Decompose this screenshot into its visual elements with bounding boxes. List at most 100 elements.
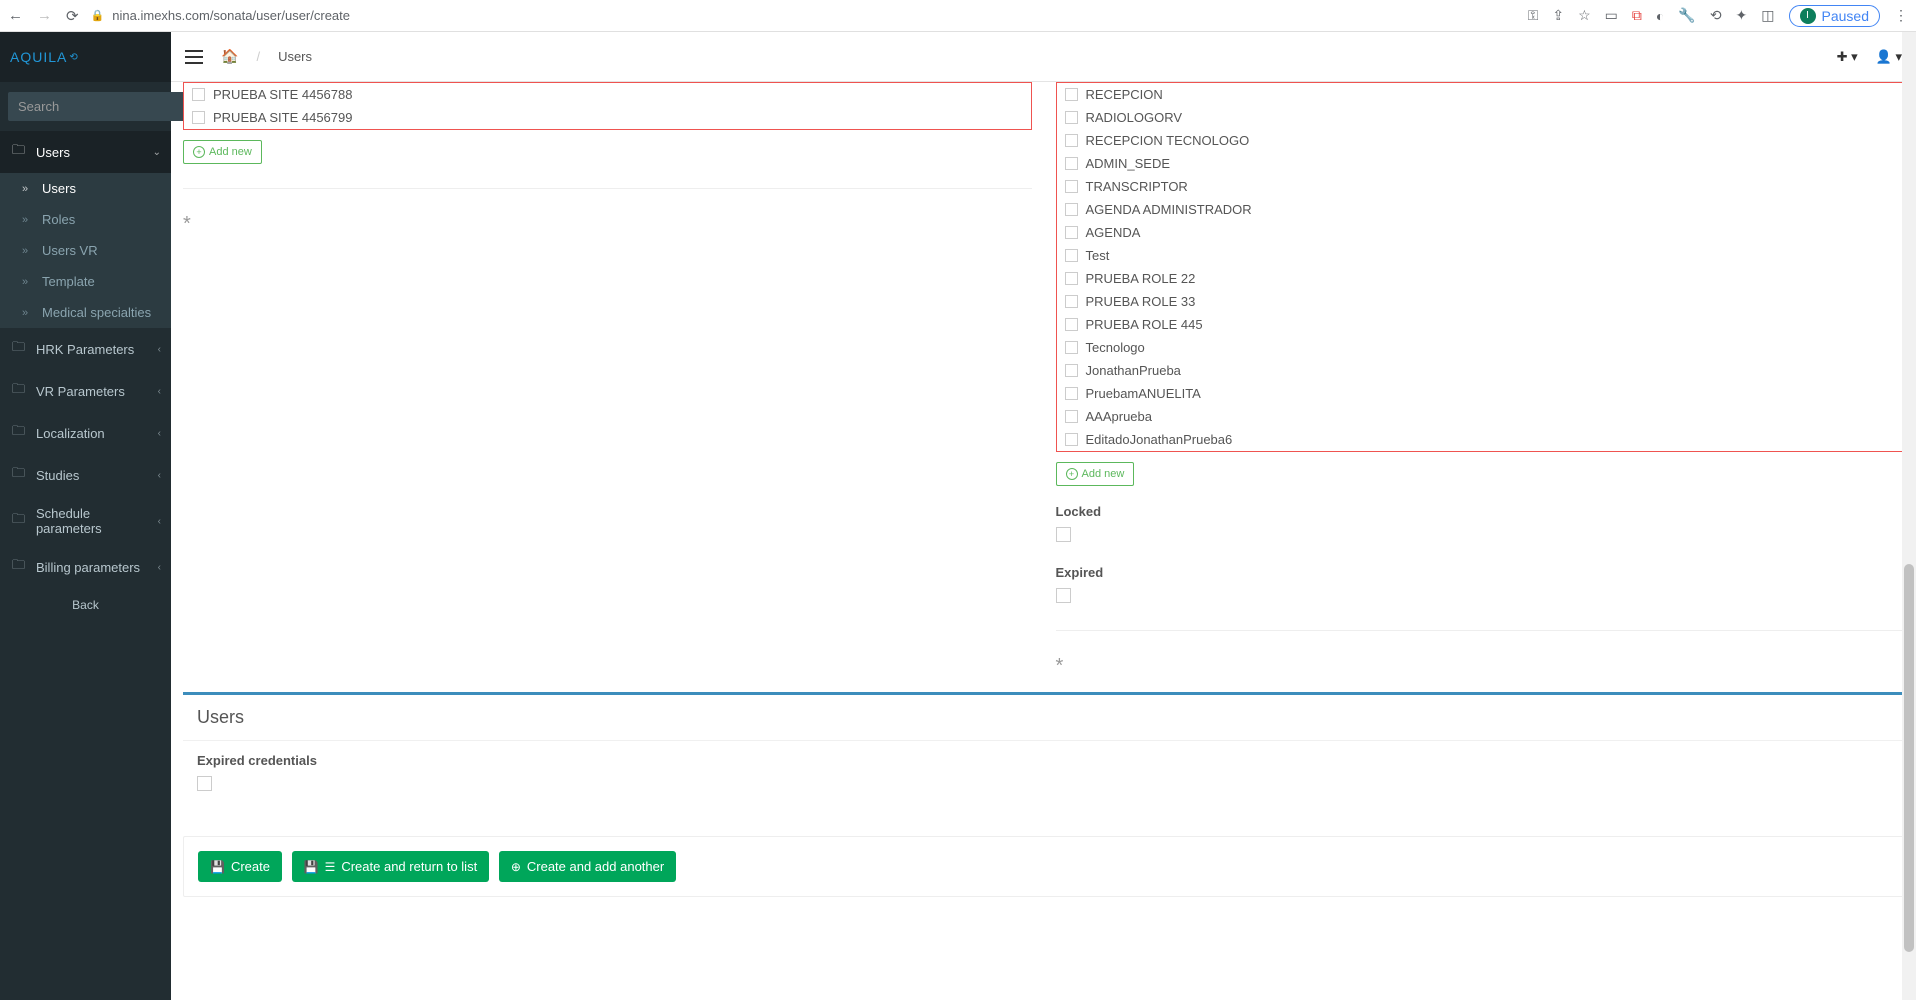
site-option[interactable]: PRUEBA SITE 4456799 bbox=[184, 106, 1031, 129]
refresh-circle-icon[interactable]: ⟲ bbox=[1710, 7, 1722, 24]
sidebar-subitem-usersvr[interactable]: »Users VR bbox=[0, 235, 171, 266]
checkbox-icon[interactable] bbox=[1065, 180, 1078, 193]
logo-orbit-icon: ⟲ bbox=[69, 52, 77, 63]
role-option[interactable]: RECEPCION bbox=[1057, 83, 1904, 106]
expired-credentials-checkbox[interactable] bbox=[197, 776, 212, 791]
checkbox-icon[interactable] bbox=[1065, 364, 1078, 377]
checkbox-icon[interactable] bbox=[1065, 249, 1078, 262]
wrench-icon[interactable]: 🔧 bbox=[1678, 7, 1695, 24]
profile-paused-button[interactable]: I Paused bbox=[1789, 5, 1880, 27]
roles-select-box[interactable]: RECEPCIONRADIOLOGORVRECEPCION TECNOLOGOA… bbox=[1056, 82, 1905, 452]
expired-credentials-label: Expired credentials bbox=[197, 753, 1890, 768]
folder-icon: 🗀 bbox=[12, 338, 28, 360]
browser-forward-icon[interactable]: → bbox=[37, 7, 52, 24]
window-icon[interactable]: ▭ bbox=[1605, 7, 1618, 24]
sidebar-subitem-users[interactable]: »Users bbox=[0, 173, 171, 204]
add-new-site-button[interactable]: + Add new bbox=[183, 140, 262, 164]
checkbox-icon[interactable] bbox=[192, 88, 205, 101]
key-icon[interactable]: ⚿ bbox=[1528, 7, 1539, 24]
site-option[interactable]: PRUEBA SITE 4456788 bbox=[184, 83, 1031, 106]
checkbox-icon[interactable] bbox=[1065, 295, 1078, 308]
checkbox-icon[interactable] bbox=[1065, 272, 1078, 285]
list-icon: ☰ bbox=[325, 860, 336, 874]
logo-text: AQUILA bbox=[10, 49, 67, 65]
checkbox-icon[interactable] bbox=[1065, 433, 1078, 446]
create-button[interactable]: 💾 Create bbox=[198, 851, 282, 882]
chevron-left-icon: ‹ bbox=[158, 386, 161, 397]
checkbox-icon[interactable] bbox=[1065, 341, 1078, 354]
sidebar-subitem-medical[interactable]: »Medical specialties bbox=[0, 297, 171, 328]
role-option[interactable]: RADIOLOGORV bbox=[1057, 106, 1904, 129]
checkbox-icon[interactable] bbox=[1065, 134, 1078, 147]
locked-checkbox[interactable] bbox=[1056, 527, 1071, 542]
checkbox-icon[interactable] bbox=[192, 111, 205, 124]
role-option[interactable]: ADMIN_SEDE bbox=[1057, 152, 1904, 175]
role-option[interactable]: PRUEBA ROLE 22 bbox=[1057, 267, 1904, 290]
checkbox-icon[interactable] bbox=[1065, 111, 1078, 124]
breadcrumb-page[interactable]: Users bbox=[278, 49, 312, 64]
browser-back-icon[interactable]: ← bbox=[8, 7, 23, 24]
role-option[interactable]: Tecnologo bbox=[1057, 336, 1904, 359]
hamburger-icon[interactable] bbox=[185, 50, 203, 64]
sidebar-sub-label: Roles bbox=[42, 212, 75, 227]
create-return-button[interactable]: 💾 ☰ Create and return to list bbox=[292, 851, 490, 882]
chevron-left-icon: ‹ bbox=[158, 516, 161, 527]
sidebar-label: HRK Parameters bbox=[36, 342, 134, 357]
role-option[interactable]: AGENDA ADMINISTRADOR bbox=[1057, 198, 1904, 221]
role-option-label: AGENDA bbox=[1086, 225, 1141, 240]
role-option-label: PRUEBA ROLE 33 bbox=[1086, 294, 1196, 309]
sidebar-item-billing[interactable]: 🗀Billing parameters‹ bbox=[0, 546, 171, 588]
role-option[interactable]: AGENDA bbox=[1057, 221, 1904, 244]
create-add-button[interactable]: ⊕ Create and add another bbox=[499, 851, 676, 882]
folder-icon: 🗀 bbox=[12, 510, 28, 532]
home-icon[interactable]: 🏠 bbox=[221, 48, 238, 65]
expired-checkbox[interactable] bbox=[1056, 588, 1071, 603]
checkbox-icon[interactable] bbox=[1065, 226, 1078, 239]
role-option[interactable]: RECEPCION TECNOLOGO bbox=[1057, 129, 1904, 152]
arrow-icon: » bbox=[22, 183, 36, 195]
sidebar-label: Users bbox=[36, 145, 70, 160]
sidebar-item-schedule[interactable]: 🗀Schedule parameters‹ bbox=[0, 496, 171, 546]
role-option-label: EditadoJonathanPrueba6 bbox=[1086, 432, 1233, 447]
sidebar-subitem-template[interactable]: »Template bbox=[0, 266, 171, 297]
role-option[interactable]: EditadoJonathanPrueba6 bbox=[1057, 428, 1904, 451]
sidebar-subitem-roles[interactable]: »Roles bbox=[0, 204, 171, 235]
user-dropdown[interactable]: 👤 ▾ bbox=[1876, 49, 1902, 65]
role-option[interactable]: PRUEBA ROLE 33 bbox=[1057, 290, 1904, 313]
sidebar-item-hrk[interactable]: 🗀HRK Parameters‹ bbox=[0, 328, 171, 370]
sites-select-box[interactable]: PRUEBA SITE 4456788PRUEBA SITE 4456799 bbox=[183, 82, 1032, 130]
checkbox-icon[interactable] bbox=[1065, 318, 1078, 331]
add-new-role-button[interactable]: + Add new bbox=[1056, 462, 1135, 486]
checkbox-icon[interactable] bbox=[1065, 387, 1078, 400]
save-icon: 💾 bbox=[210, 860, 225, 874]
star-icon[interactable]: ☆ bbox=[1578, 7, 1591, 24]
role-option[interactable]: AAAprueba bbox=[1057, 405, 1904, 428]
checkbox-icon[interactable] bbox=[1065, 203, 1078, 216]
role-option[interactable]: Test bbox=[1057, 244, 1904, 267]
panel-icon[interactable]: ◫ bbox=[1761, 7, 1774, 24]
role-option[interactable]: PRUEBA ROLE 445 bbox=[1057, 313, 1904, 336]
logo[interactable]: AQUILA ⟲ bbox=[0, 32, 171, 82]
sidebar-item-users[interactable]: 🗀 Users ⌄ bbox=[0, 131, 171, 173]
page-scrollbar[interactable] bbox=[1902, 32, 1916, 1000]
required-asterisk: * bbox=[183, 213, 1032, 236]
circle-icon[interactable]: ◐ bbox=[1656, 8, 1664, 24]
checkbox-icon[interactable] bbox=[1065, 88, 1078, 101]
browser-menu-icon[interactable]: ⋮ bbox=[1894, 7, 1908, 24]
add-new-label: Add new bbox=[209, 146, 252, 158]
add-dropdown[interactable]: ✚ ▾ bbox=[1837, 49, 1858, 65]
share-icon[interactable]: ⇪ bbox=[1552, 7, 1564, 24]
sidebar-item-vr[interactable]: 🗀VR Parameters‹ bbox=[0, 370, 171, 412]
checkbox-icon[interactable] bbox=[1065, 157, 1078, 170]
sidebar-item-studies[interactable]: 🗀Studies‹ bbox=[0, 454, 171, 496]
sidebar-item-localization[interactable]: 🗀Localization‹ bbox=[0, 412, 171, 454]
role-option[interactable]: TRANSCRIPTOR bbox=[1057, 175, 1904, 198]
sidebar-back-button[interactable]: Back bbox=[0, 588, 171, 622]
scrollbar-thumb[interactable] bbox=[1904, 564, 1914, 951]
extensions-icon[interactable]: ✦ bbox=[1736, 7, 1748, 24]
browser-reload-icon[interactable]: ⟳ bbox=[66, 7, 79, 25]
checkbox-icon[interactable] bbox=[1065, 410, 1078, 423]
role-option[interactable]: JonathanPrueba bbox=[1057, 359, 1904, 382]
tag-icon[interactable]: ⧉ bbox=[1632, 7, 1642, 24]
role-option[interactable]: PruebamANUELITA bbox=[1057, 382, 1904, 405]
